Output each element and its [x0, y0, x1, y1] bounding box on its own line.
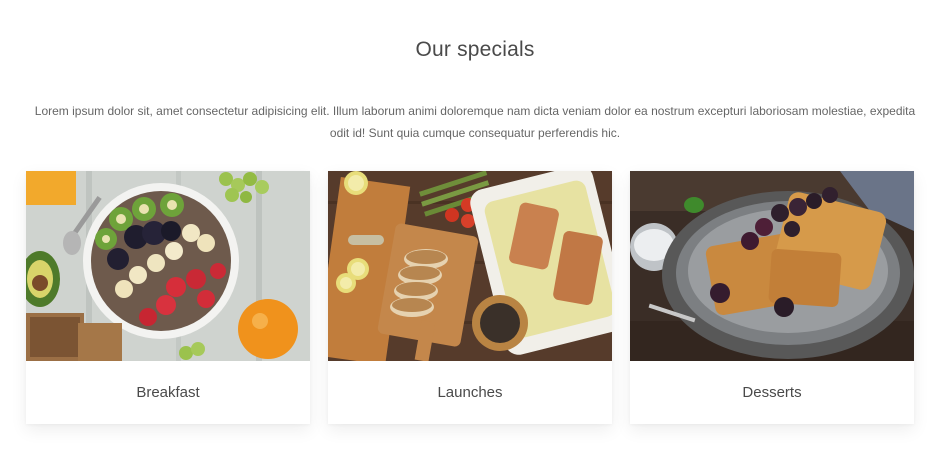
desserts-image[interactable]: [630, 171, 914, 361]
card-label-breakfast[interactable]: Breakfast: [26, 361, 310, 424]
special-card-breakfast[interactable]: Breakfast: [26, 171, 310, 424]
special-card-desserts[interactable]: Desserts: [630, 171, 914, 424]
card-label-launches[interactable]: Launches: [328, 361, 612, 424]
section-title: Our specials: [415, 38, 535, 61]
breakfast-image[interactable]: [26, 171, 310, 361]
section-description: Lorem ipsum dolor sit, amet consectetur …: [34, 104, 916, 140]
card-label-desserts[interactable]: Desserts: [630, 361, 914, 424]
launches-image[interactable]: [328, 171, 612, 361]
special-card-launches[interactable]: Launches: [328, 171, 612, 424]
